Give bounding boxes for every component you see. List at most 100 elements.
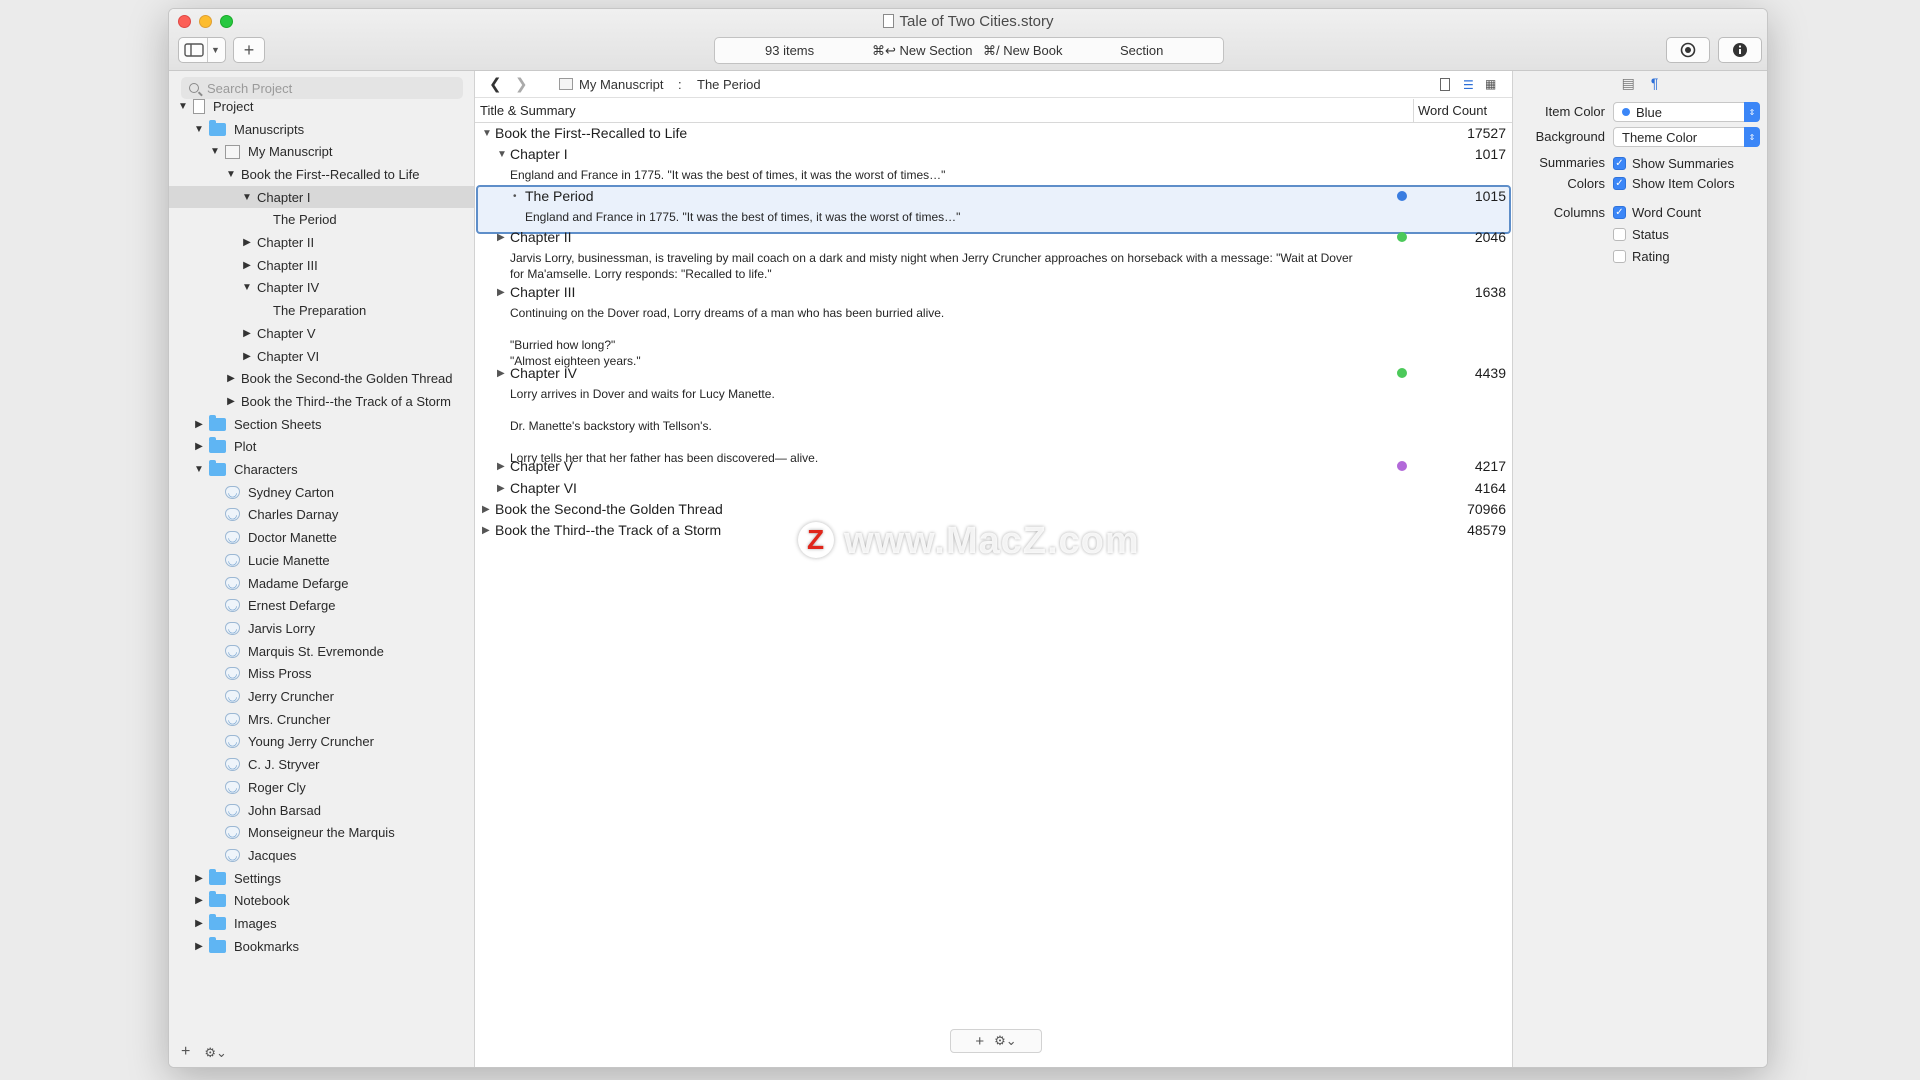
show-summaries-checkbox[interactable]: ✓ Show Summaries — [1613, 156, 1734, 171]
sidebar-item[interactable]: ▼ Project — [169, 95, 474, 118]
disclosure-closed-icon[interactable]: ▶ — [497, 368, 505, 379]
document-view-icon[interactable] — [1440, 78, 1450, 91]
item-color-select[interactable]: Blue ⇕ — [1613, 102, 1760, 122]
disclosure-closed-icon[interactable]: ▶ — [241, 328, 253, 339]
disclosure-closed-icon[interactable]: ▶ — [225, 373, 237, 384]
info-button[interactable] — [1718, 37, 1762, 63]
outline-row-title[interactable]: Book the Third--the Track of a Storm — [495, 522, 721, 538]
word-count-column-header[interactable]: Word Count — [1418, 103, 1487, 118]
status-checkbox[interactable]: Status — [1613, 227, 1669, 242]
plus-icon[interactable]: + — [975, 1033, 984, 1050]
sidebar-item[interactable]: ◡ Monseigneur the Marquis — [169, 821, 474, 844]
forward-chevron-icon[interactable]: ❯ — [515, 75, 528, 93]
corkboard-view-icon[interactable]: ▦ — [1485, 77, 1496, 91]
sidebar-item[interactable]: ▶ Chapter III — [169, 254, 474, 277]
add-item-button[interactable]: + — [181, 1043, 190, 1061]
outline-row-title[interactable]: Chapter III — [510, 284, 575, 300]
outline-row-title[interactable]: Chapter VI — [510, 480, 577, 496]
target-button[interactable] — [1666, 37, 1710, 63]
sidebar-item[interactable]: The Period — [169, 209, 474, 232]
disclosure-open-icon[interactable]: ▼ — [209, 146, 221, 157]
sidebar-item[interactable]: ▼ My Manuscript — [169, 140, 474, 163]
sidebar-item[interactable]: ◡ Jarvis Lorry — [169, 617, 474, 640]
sidebar-item[interactable]: ▶ Settings — [169, 867, 474, 890]
gear-icon[interactable]: ⚙︎⌄ — [994, 1033, 1017, 1049]
sidebar-item[interactable]: ▶ Notebook — [169, 890, 474, 913]
disclosure-closed-icon[interactable]: ▶ — [193, 895, 205, 906]
outline-row-title[interactable]: Chapter I — [510, 146, 568, 162]
new-section-shortcut[interactable]: ⌘↩ New Section — [872, 43, 972, 59]
disclosure-closed-icon[interactable]: ▶ — [193, 941, 205, 952]
sidebar-item[interactable]: ◡ Sydney Carton — [169, 481, 474, 504]
sidebar-item[interactable]: ▶ Chapter VI — [169, 345, 474, 368]
disclosure-closed-icon[interactable]: ▶ — [241, 260, 253, 271]
disclosure-closed-icon[interactable]: ▶ — [497, 483, 505, 494]
sidebar-item[interactable]: ◡ Madame Defarge — [169, 572, 474, 595]
disclosure-closed-icon[interactable]: ▶ — [497, 461, 505, 472]
disclosure-closed-icon[interactable]: ▶ — [193, 873, 205, 884]
outline-row-title[interactable]: Chapter II — [510, 229, 571, 245]
sidebar-item[interactable]: ▼ Chapter I — [169, 185, 474, 209]
sidebar-item[interactable]: ▼ Chapter IV — [169, 277, 474, 300]
disclosure-closed-icon[interactable]: ▶ — [497, 232, 505, 243]
word-count-checkbox[interactable]: ✓ Word Count — [1613, 205, 1701, 220]
paragraph-tab-icon[interactable]: ¶ — [1651, 75, 1659, 97]
outline-row-summary[interactable]: Lorry arrives in Dover and waits for Luc… — [510, 386, 1410, 466]
sidebar-item[interactable]: ◡ Young Jerry Cruncher — [169, 731, 474, 754]
disclosure-open-icon[interactable]: ▼ — [241, 282, 253, 293]
disclosure-closed-icon[interactable]: ▶ — [497, 287, 505, 298]
disclosure-open-icon[interactable]: ▼ — [193, 124, 205, 135]
outline-row-summary[interactable]: Continuing on the Dover road, Lorry drea… — [510, 305, 1410, 369]
sidebar-item[interactable]: ▶ Plot — [169, 436, 474, 459]
disclosure-closed-icon[interactable]: ▶ — [193, 441, 205, 452]
gear-icon[interactable]: ⚙︎⌄ — [204, 1045, 227, 1061]
sidebar-item[interactable]: ▶ Book the Second-the Golden Thread — [169, 367, 474, 390]
disclosure-open-icon[interactable]: ▼ — [497, 149, 507, 160]
disclosure-closed-icon[interactable]: ▶ — [193, 918, 205, 929]
add-button[interactable]: + — [233, 37, 265, 63]
breadcrumb-current[interactable]: The Period — [697, 77, 761, 92]
disclosure-open-icon[interactable]: ▼ — [193, 464, 205, 475]
sidebar-item[interactable]: ◡ John Barsad — [169, 799, 474, 822]
disclosure-open-icon[interactable]: ▼ — [241, 192, 253, 203]
outline-row-summary[interactable]: England and France in 1775. "It was the … — [510, 167, 1410, 183]
outline-view-icon[interactable]: ☰ — [1463, 78, 1474, 92]
disclosure-open-icon[interactable]: ▼ — [482, 128, 492, 139]
sidebar-toggle-button[interactable]: ▼ — [178, 37, 226, 63]
disclosure-closed-icon[interactable]: ▶ — [482, 504, 490, 515]
sidebar-item[interactable]: ◡ Jacques — [169, 844, 474, 867]
sidebar-item[interactable]: ◡ Ernest Defarge — [169, 594, 474, 617]
sidebar-item[interactable]: ◡ Marquis St. Evremonde — [169, 640, 474, 663]
disclosure-closed-icon[interactable]: ▶ — [241, 237, 253, 248]
outline-row-summary[interactable]: England and France in 1775. "It was the … — [525, 209, 1425, 225]
metadata-tab-icon[interactable]: ▤ — [1622, 75, 1635, 97]
sidebar-item[interactable]: ▶ Chapter V — [169, 322, 474, 345]
disclosure-closed-icon[interactable]: ▶ — [482, 525, 490, 536]
outline-row-title[interactable]: The Period — [525, 188, 593, 204]
background-select[interactable]: Theme Color ⇕ — [1613, 127, 1760, 147]
title-column-header[interactable]: Title & Summary — [480, 103, 576, 118]
sidebar-item[interactable]: The Preparation — [169, 299, 474, 322]
breadcrumb-manuscript[interactable]: My Manuscript — [579, 77, 664, 92]
sidebar-item[interactable]: ▶ Bookmarks — [169, 935, 474, 958]
sidebar-item[interactable]: ▼ Manuscripts — [169, 118, 474, 141]
disclosure-closed-icon[interactable]: ▶ — [193, 419, 205, 430]
sidebar-item[interactable]: ◡ Mrs. Cruncher — [169, 708, 474, 731]
sidebar-item[interactable]: ◡ Charles Darnay — [169, 504, 474, 527]
show-item-colors-checkbox[interactable]: ✓ Show Item Colors — [1613, 176, 1735, 191]
sidebar-item[interactable]: ◡ Jerry Cruncher — [169, 685, 474, 708]
back-chevron-icon[interactable]: ❮ — [489, 75, 502, 93]
disclosure-closed-icon[interactable]: ▶ — [241, 351, 253, 362]
outline-row-summary[interactable]: Jarvis Lorry, businessman, is traveling … — [510, 250, 1410, 282]
sidebar-item[interactable]: ◡ Doctor Manette — [169, 526, 474, 549]
sidebar-item[interactable]: ▶ Images — [169, 912, 474, 935]
disclosure-open-icon[interactable]: ▼ — [225, 169, 237, 180]
sidebar-item[interactable]: ◡ C. J. Stryver — [169, 753, 474, 776]
sidebar-item[interactable]: ◡ Roger Cly — [169, 776, 474, 799]
sidebar-item[interactable]: ▶ Chapter II — [169, 231, 474, 254]
sidebar-item[interactable]: ▼ Book the First--Recalled to Life — [169, 163, 474, 186]
sidebar-item[interactable]: ◡ Miss Pross — [169, 663, 474, 686]
outline-row-title[interactable]: Chapter V — [510, 458, 573, 474]
sidebar-item[interactable]: ▶ Section Sheets — [169, 413, 474, 436]
outline-row-title[interactable]: Chapter IV — [510, 365, 577, 381]
